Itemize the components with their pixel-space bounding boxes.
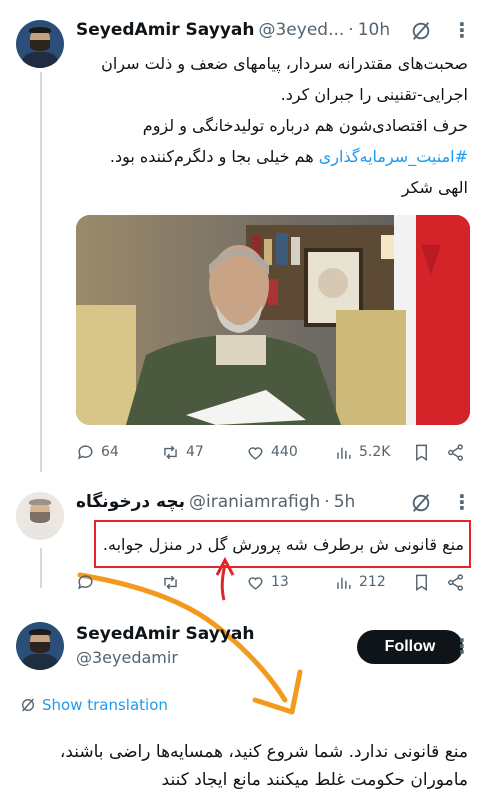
like-count: 13	[271, 574, 289, 590]
heart-icon	[248, 576, 263, 590]
author-name[interactable]: SeyedAmir Sayyah	[76, 624, 254, 644]
retweet-button[interactable]	[161, 573, 186, 592]
follow-button[interactable]: Follow	[357, 630, 463, 664]
reply-icon	[78, 574, 93, 589]
tweet-line: منع قانونی ندارد. شما شروع کنید، همسایه‌…	[59, 742, 468, 762]
tweet-actions: 13 212	[76, 570, 470, 594]
show-translation-link[interactable]: Show translation	[20, 696, 168, 714]
share-button[interactable]	[446, 573, 465, 592]
bookmark-icon	[416, 574, 427, 591]
tweet-line: ماموران حکومت غلط میکنند مانع ایجاد کنند	[161, 770, 468, 790]
author-handle[interactable]: @3eyedamir	[76, 648, 178, 667]
views-icon	[337, 577, 351, 589]
views-button[interactable]: 212	[334, 573, 386, 592]
bookmark-button[interactable]	[412, 573, 431, 592]
show-translation-label: Show translation	[42, 696, 168, 714]
reply-button[interactable]	[76, 573, 95, 592]
like-button[interactable]: 13	[246, 573, 289, 592]
share-icon	[448, 573, 463, 591]
tweet-body: منع قانونی ندارد. شما شروع کنید، همسایه‌…	[14, 738, 468, 794]
grok-icon	[22, 698, 34, 712]
annotation-arrows	[77, 556, 303, 715]
avatar[interactable]	[16, 622, 64, 670]
more-options-icon[interactable]: ⋮	[452, 634, 472, 658]
retweet-icon	[164, 575, 177, 589]
views-count: 212	[359, 574, 386, 590]
